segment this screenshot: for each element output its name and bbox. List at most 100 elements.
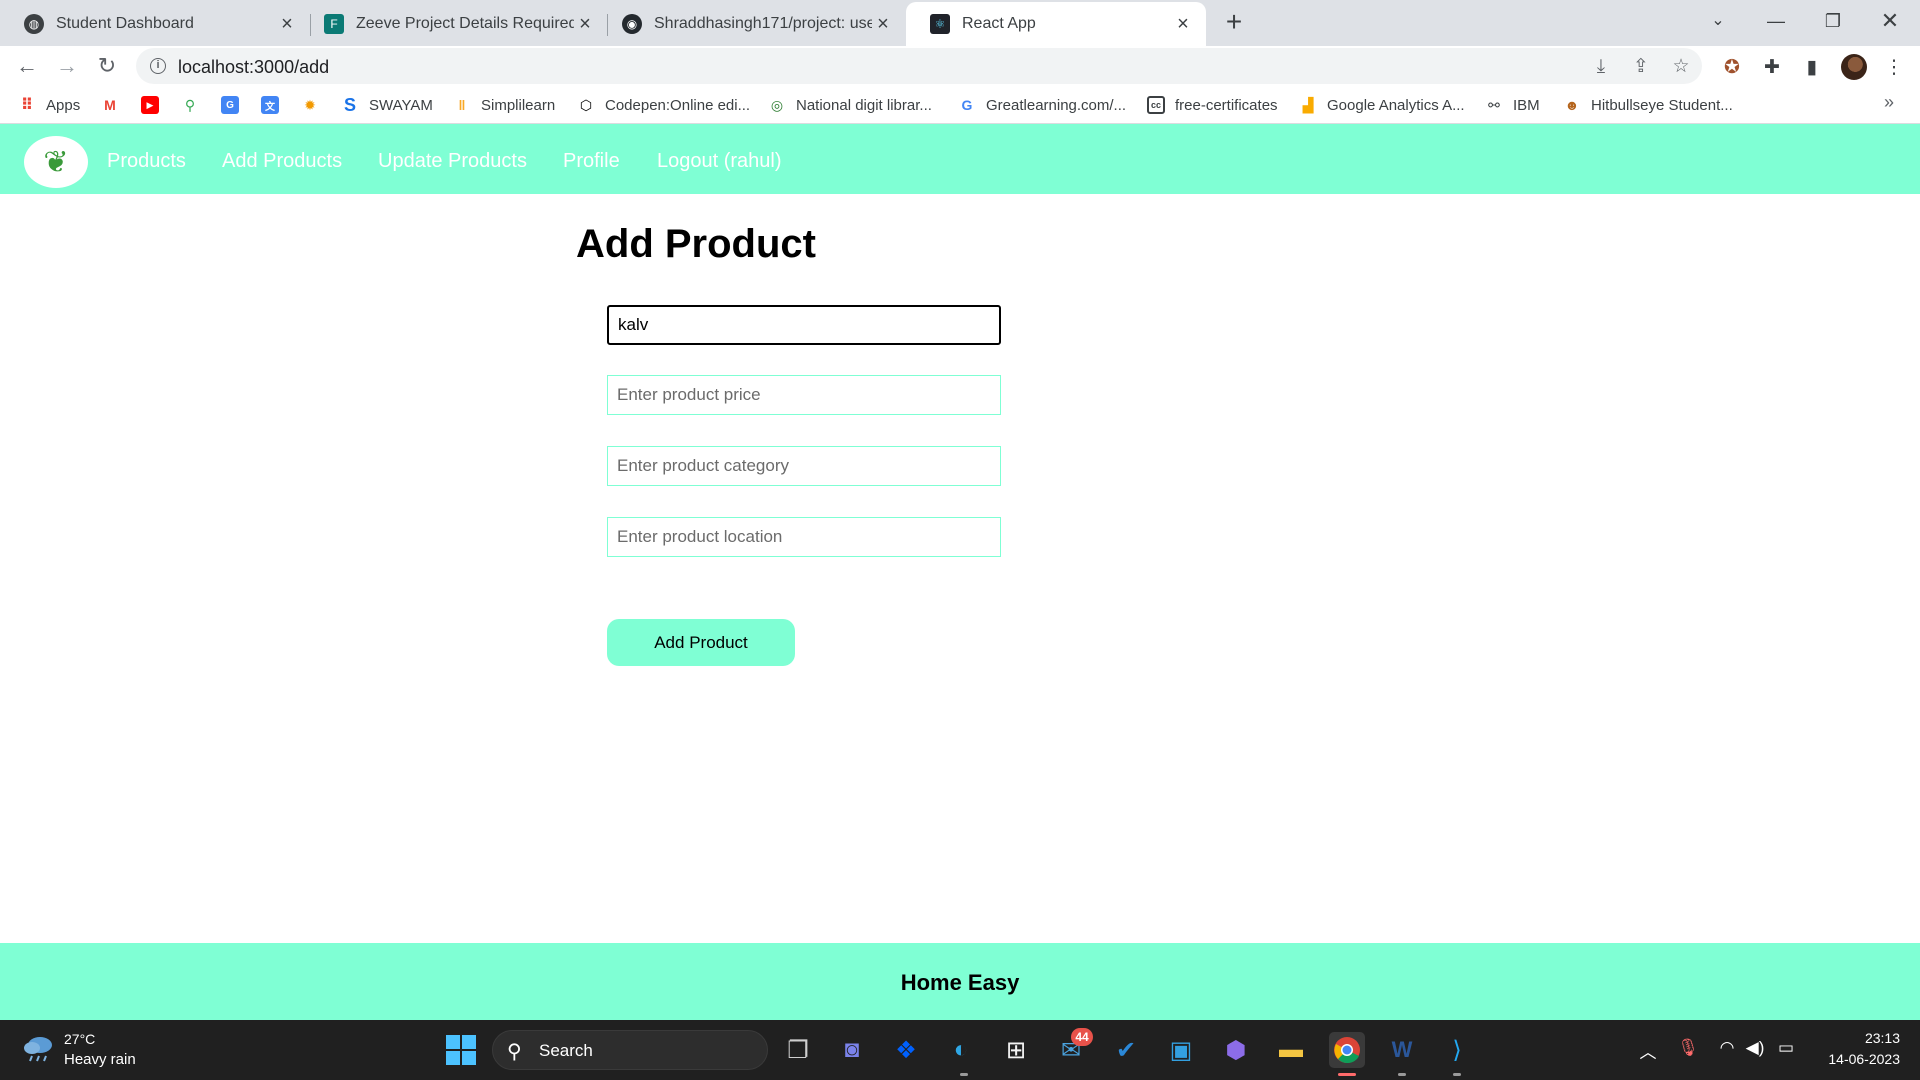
nav-link-update-products[interactable]: Update Products [378,150,527,173]
app-logo[interactable]: ❦ [24,136,88,188]
url-text[interactable]: localhost:3000/add [178,57,329,78]
add-product-button[interactable]: Add Product [607,619,795,666]
word-icon[interactable]: W [1384,1032,1420,1068]
close-icon[interactable]: × [276,13,298,36]
menu-kebab-icon[interactable]: ⋮ [1882,56,1906,80]
bookmark-codepen[interactable]: ⬡ Codepen:Online edi... [577,95,750,115]
bookmark-free-certificates[interactable]: cc free-certificates [1147,95,1278,115]
restore-icon[interactable]: ❐ [1815,6,1851,36]
power-automate-icon[interactable]: ⬢ [1218,1032,1254,1068]
install-app-icon[interactable]: ⤓ [1588,54,1614,80]
bookmark-hitbullseye[interactable]: ☻ Hitbullseye Student... [1563,95,1733,115]
product-name-input[interactable] [607,305,1001,345]
rain-cloud-icon[interactable] [22,1033,56,1063]
bookmark-bug[interactable]: ✹ [301,95,329,115]
tab-title: Shraddhasingh171/project: uses [654,15,872,32]
tray-chevron-up-icon[interactable]: ︿ [1636,1038,1660,1063]
nav-link-profile[interactable]: Profile [563,150,620,173]
bookmark-label: IBM [1513,96,1540,114]
clock-date[interactable]: 14-06-2023 [1800,1051,1900,1067]
remote-desktop-icon[interactable]: ▣ [1163,1032,1199,1068]
tab-title: Student Dashboard [56,15,194,32]
google-icon: G [961,97,973,113]
profile-avatar[interactable] [1841,54,1867,80]
bookmark-label: SWAYAM [369,96,433,114]
reload-icon[interactable]: ↻ [93,52,121,80]
teams-chat-icon[interactable]: ◙ [834,1032,870,1068]
vscode-icon[interactable]: ⟩ [1439,1032,1475,1068]
nav-link-add-products[interactable]: Add Products [222,150,342,173]
file-explorer-icon[interactable]: ▬ [1273,1032,1309,1068]
nav-link-products[interactable]: Products [107,150,186,173]
apps-grid-icon: ⠿ [20,97,34,114]
dropbox-icon[interactable]: ❖ [888,1032,924,1068]
product-price-input[interactable] [607,375,1001,415]
bookmark-google-analytics[interactable]: ▟ Google Analytics A... [1299,95,1465,115]
microphone-icon[interactable]: 🎙︎ [1676,1038,1700,1058]
bookmark-swayam[interactable]: S SWAYAM [341,95,433,115]
minimize-icon[interactable]: — [1758,6,1794,36]
site-info-icon[interactable]: i [150,58,166,74]
bookmark-star-icon[interactable]: ☆ [1668,54,1694,80]
bookmark-google-translate[interactable]: 文 [261,95,289,115]
bug-icon: ✹ [304,96,316,113]
tab-github-project[interactable]: ◉ Shraddhasingh171/project: uses × [598,2,906,46]
volume-icon[interactable]: ◀︎) [1743,1038,1767,1058]
microsoft-store-icon[interactable]: ⊞ [998,1032,1034,1068]
react-icon: ⚛ [930,14,950,34]
wifi-icon[interactable]: ◠ [1715,1038,1739,1058]
new-tab-button[interactable]: + [1222,8,1246,36]
forward-arrow-icon[interactable]: → [53,52,81,80]
bookmark-youtube[interactable]: ▶ [141,95,169,115]
tab-student-dashboard[interactable]: ◍ Student Dashboard × [0,2,310,46]
close-icon[interactable]: × [574,13,596,36]
battery-icon[interactable]: ▭ [1774,1038,1798,1058]
maps-icon: ⚲ [184,96,196,113]
tab-react-app[interactable]: ⚛ React App × [906,2,1206,46]
product-location-input[interactable] [607,517,1001,557]
tab-zeeve-project[interactable]: F Zeeve Project Details Required : × [300,2,608,46]
address-bar[interactable]: i localhost:3000/add ⤓ ⇪ ☆ [136,48,1702,84]
windows-start-icon[interactable] [446,1035,476,1065]
bookmarks-bar: ⠿ Apps M ▶ ⚲ G 文 ✹ S SWAYAM ‖ Simplilear… [0,86,1920,124]
tab-title: React App [962,15,1036,32]
browser-toolbar: ← → ↻ i localhost:3000/add ⤓ ⇪ ☆ ✪ ✚ ▮ ⋮ [0,46,1920,86]
side-panel-icon[interactable]: ▮ [1800,56,1824,80]
search-icon: ⚲ [507,1041,522,1063]
bookmark-maps[interactable]: ⚲ [181,95,209,115]
analytics-icon: ▟ [1302,96,1314,113]
extensions-puzzle-icon[interactable]: ✚ [1760,56,1784,80]
bookmark-gmail[interactable]: M [101,95,129,115]
swayam-icon: S [343,94,356,115]
bookmarks-overflow-button[interactable]: » [1884,92,1894,113]
github-icon: ◉ [622,14,642,34]
running-indicator [1398,1073,1406,1076]
certificate-icon: cc [1147,96,1165,114]
cookie-extension-icon[interactable]: ✪ [1720,56,1744,80]
bookmark-greatlearning[interactable]: G Greatlearning.com/... [958,95,1127,115]
back-arrow-icon[interactable]: ← [13,52,41,80]
bookmark-simplilearn[interactable]: ‖ Simplilearn [453,95,556,115]
close-icon[interactable]: × [1172,13,1194,36]
nav-link-logout[interactable]: Logout (rahul) [657,150,782,173]
bookmark-apps[interactable]: ⠿ Apps [18,95,80,115]
gmail-icon: M [104,97,116,113]
bookmark-ibm[interactable]: ⚯ IBM [1485,95,1540,115]
chrome-browser-icon[interactable] [1329,1032,1365,1068]
window-close-icon[interactable]: ✕ [1872,6,1908,36]
clock-time[interactable]: 23:13 [1840,1030,1900,1046]
taskbar-search-box[interactable]: ⚲ Search [492,1030,768,1070]
tab-title: Zeeve Project Details Required : [356,15,574,32]
weather-temperature[interactable]: 27°C [64,1031,95,1047]
todo-check-icon[interactable]: ✔ [1108,1032,1144,1068]
running-indicator [1453,1073,1461,1076]
bookmark-google-forms[interactable]: G [221,95,249,115]
close-icon[interactable]: × [872,13,894,36]
share-icon[interactable]: ⇪ [1628,54,1654,80]
edge-browser-icon[interactable]: ◐ [943,1032,979,1068]
weather-description[interactable]: Heavy rain [64,1051,136,1068]
task-view-icon[interactable]: ❐ [780,1032,816,1068]
tab-search-chevron-icon[interactable]: ⌄ [1700,6,1736,36]
bookmark-national-digital-library[interactable]: ◎ National digit librar... [768,95,932,115]
product-category-input[interactable] [607,446,1001,486]
